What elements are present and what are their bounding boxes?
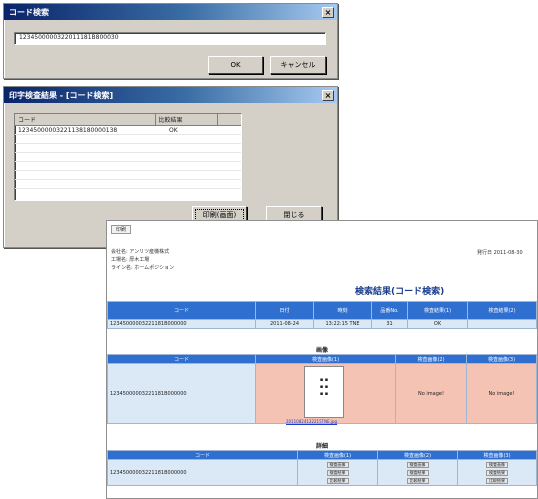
- code-search-title: コード検索: [9, 7, 49, 17]
- detail-cell-code: 12345000003221181B000000: [107, 459, 298, 486]
- result-listview[interactable]: コード 比較結果 12345000003221138180000138 OK: [14, 113, 242, 201]
- image-header-1: 検査画像(1): [255, 354, 396, 364]
- table-row: 12345000003221181B000000 2011-08-24 13:2…: [107, 319, 537, 329]
- table-row: 12345000003221181B000000 検査画像 検査結果 比較結果 …: [107, 459, 537, 486]
- image-section: 画像 コード 検査画像(1) 検査画像(2) 検査画像(3) 123450000…: [107, 345, 537, 424]
- detail-link-button[interactable]: 検査画像: [406, 461, 429, 468]
- report-info: 会社名: アンリツ産機株式 工場名: 厚木工場 ライン名: ホームポジション: [111, 248, 174, 272]
- table-row[interactable]: 12345000003221138180000138 OK: [15, 125, 241, 135]
- main-cell-code: 12345000003221181B000000: [107, 319, 256, 329]
- close-icon[interactable]: ×: [322, 6, 334, 18]
- main-header-result1: 検査結果(1): [407, 301, 468, 320]
- image-section-title: 画像: [315, 347, 328, 354]
- main-header-part: 品番No.: [371, 301, 408, 320]
- detail-section-title: 詳細: [315, 443, 328, 450]
- detail-cell-2: 検査画像 検査結果 比較結果: [377, 459, 458, 486]
- image-header-row: コード 検査画像(1) 検査画像(2) 検査画像(3): [107, 354, 537, 364]
- detail-link-button[interactable]: 検査結果: [406, 469, 429, 476]
- image-cell-1: ▪ ▪ ▪ ▪ ▪ ▪ 20110824132215TNE.jpg: [255, 363, 396, 424]
- report-tab[interactable]: 印刷: [111, 225, 131, 234]
- table-row: [15, 161, 241, 171]
- image-cell-3: No image!: [466, 363, 537, 424]
- detail-header-2: 検査画像(2): [377, 450, 458, 460]
- detail-cell-3: 検査画像 検査結果 比較結果: [457, 459, 537, 486]
- detail-section: 詳細 コード 検査画像(1) 検査画像(2) 検査画像(3) 123450000…: [107, 441, 537, 486]
- image-header-3: 検査画像(3): [466, 354, 537, 364]
- main-cell-part: 31: [371, 319, 408, 329]
- code-search-dialog: コード検索 × 1234500000322011181B800030 OK キャ…: [3, 3, 338, 79]
- table-row: [15, 170, 241, 180]
- detail-cell-1: 検査画像 検査結果 比較結果: [297, 459, 378, 486]
- factory-name: 工場名: 厚木工場: [111, 257, 150, 263]
- table-row: [15, 179, 241, 189]
- main-result-section: コード 日付 時刻 品番No. 検査結果(1) 検査結果(2) 12345000…: [107, 301, 537, 329]
- close-icon[interactable]: ×: [322, 89, 334, 101]
- result-table: コード 比較結果 12345000003221138180000138 OK: [15, 114, 241, 189]
- detail-link-button[interactable]: 検査結果: [326, 469, 349, 476]
- detail-header-code: コード: [107, 450, 298, 460]
- line-name: ライン名: ホームポジション: [111, 265, 175, 271]
- image-cell-2: No image!: [395, 363, 467, 424]
- table-row: [15, 134, 241, 144]
- code-search-titlebar: コード検索 ×: [4, 4, 337, 20]
- report-window: 印刷 会社名: アンリツ産機株式 工場名: 厚木工場 ライン名: ホームポジショ…: [106, 220, 538, 499]
- detail-link-button[interactable]: 検査画像: [486, 461, 508, 468]
- image-link[interactable]: 20110824132215TNE.jpg: [286, 419, 337, 424]
- cancel-button[interactable]: キャンセル: [270, 56, 326, 74]
- main-result-table: コード 日付 時刻 品番No. 検査結果(1) 検査結果(2) 12345000…: [107, 301, 537, 329]
- row-result: OK: [155, 125, 217, 135]
- image-cell-code: 12345000003221181B000000: [107, 363, 256, 424]
- table-row: 12345000003221181B000000 ▪ ▪ ▪ ▪ ▪ ▪ 20110…: [107, 363, 537, 424]
- detail-link-button[interactable]: 検査画像: [326, 461, 349, 468]
- column-header-result[interactable]: 比較結果: [155, 114, 218, 126]
- print-date: 発行日 2011-08-30: [477, 250, 523, 256]
- result-titlebar: 印字検査結果 - [コード検索] ×: [4, 87, 337, 103]
- column-header-blank: [217, 114, 241, 126]
- detail-header-3: 検査画像(3): [457, 450, 537, 460]
- company-name: 会社名: アンリツ産機株式: [111, 249, 170, 255]
- main-header-time: 時刻: [313, 301, 372, 320]
- main-header-row: コード 日付 時刻 品番No. 検査結果(1) 検査結果(2): [107, 301, 537, 320]
- detail-header-row: コード 検査画像(1) 検査画像(2) 検査画像(3): [107, 450, 537, 460]
- detail-link-button[interactable]: 検査結果: [486, 469, 508, 476]
- main-header-result2: 検査結果(2): [467, 301, 537, 320]
- detail-link-button[interactable]: 比較結果: [326, 477, 349, 484]
- table-row: [15, 152, 241, 162]
- main-header-code: コード: [107, 301, 256, 320]
- code-input-value: 1234500000322011181B800030: [19, 34, 119, 41]
- column-header-code[interactable]: コード: [15, 114, 156, 126]
- detail-header-1: 検査画像(1): [297, 450, 378, 460]
- table-row: [15, 143, 241, 153]
- main-cell-date: 2011-08-24: [255, 319, 314, 329]
- image-header-2: 検査画像(2): [395, 354, 467, 364]
- detail-link-button[interactable]: 比較結果: [486, 477, 508, 484]
- main-cell-time: 13:22:15 TNE: [313, 319, 372, 329]
- main-cell-result2: [467, 319, 537, 329]
- row-code: 12345000003221138180000138: [15, 125, 155, 135]
- image-header-code: コード: [107, 354, 256, 364]
- detail-table: コード 検査画像(1) 検査画像(2) 検査画像(3) 123450000032…: [107, 450, 537, 486]
- image-table: コード 検査画像(1) 検査画像(2) 検査画像(3) 123450000032…: [107, 354, 537, 424]
- main-header-date: 日付: [255, 301, 314, 320]
- result-title: 印字検査結果 - [コード検索]: [9, 90, 114, 100]
- main-cell-result1: OK: [407, 319, 468, 329]
- code-input[interactable]: 1234500000322011181B800030: [14, 32, 326, 45]
- inspection-thumbnail[interactable]: ▪ ▪ ▪ ▪ ▪ ▪: [304, 366, 344, 418]
- ok-button[interactable]: OK: [208, 56, 263, 74]
- report-title: 検索結果(コード検索): [355, 287, 445, 297]
- detail-link-button[interactable]: 比較結果: [406, 477, 429, 484]
